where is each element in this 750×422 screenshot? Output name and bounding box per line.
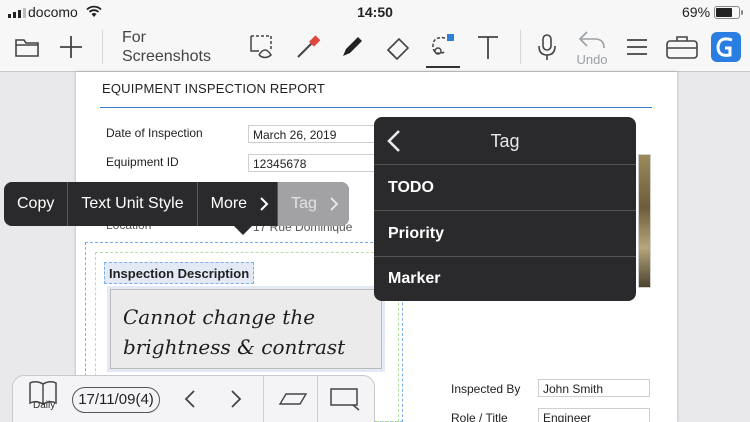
pen-icon[interactable] — [334, 24, 370, 70]
clock: 14:50 — [357, 4, 393, 20]
dropper-icon[interactable] — [290, 24, 326, 70]
undo-icon[interactable] — [574, 24, 610, 54]
context-menu-pointer — [234, 226, 252, 235]
chevron-right-icon — [260, 197, 269, 211]
tag-option-priority[interactable]: Priority — [374, 212, 636, 257]
undo-label: Undo — [576, 52, 608, 67]
copy-menu-item[interactable]: Copy — [4, 182, 69, 226]
notebook-title[interactable]: For Screenshots — [122, 28, 211, 66]
microphone-icon[interactable] — [530, 24, 564, 70]
plus-icon[interactable] — [52, 24, 90, 70]
equipment-photo — [638, 154, 651, 288]
role-field[interactable]: Engineer — [538, 408, 650, 422]
context-menu: Copy Text Unit Style More Tag — [4, 182, 349, 226]
active-tool-indicator — [426, 66, 460, 68]
battery-percent: 69% — [682, 4, 711, 20]
tag-submenu-header: Tag — [374, 117, 636, 165]
toolbar-divider — [102, 30, 103, 64]
nav-divider — [263, 376, 264, 422]
parallelogram-shape-icon[interactable] — [271, 376, 315, 422]
tag-menu-item[interactable]: Tag — [278, 182, 349, 226]
toolbox-icon[interactable] — [662, 24, 702, 70]
app-logo-icon[interactable] — [708, 24, 744, 70]
handwritten-note: Cannot change the brightness & contrast — [123, 305, 346, 359]
field-label: Date of Inspection — [106, 126, 203, 140]
tag-option-marker[interactable]: Marker — [374, 257, 636, 301]
inspection-description-title[interactable]: Inspection Description — [104, 262, 255, 284]
field-label: Equipment ID — [106, 155, 179, 169]
tag-submenu: Tag TODO Priority Marker — [374, 117, 636, 301]
text-unit-style-menu-item[interactable]: Text Unit Style — [68, 182, 198, 226]
chevron-right-icon[interactable] — [221, 376, 251, 422]
menu-item-label: Tag — [291, 195, 317, 212]
title-divider — [100, 107, 652, 108]
inspected-by-field[interactable]: John Smith — [538, 379, 650, 397]
menu-item-label: Text Unit Style — [81, 195, 184, 212]
role-label: Role / Title — [451, 411, 508, 422]
rectangle-select-icon[interactable] — [323, 376, 367, 422]
chevron-right-icon — [330, 197, 339, 211]
handwriting-box[interactable]: Cannot change the brightness & contrast — [110, 289, 382, 369]
tag-option-todo[interactable]: TODO — [374, 166, 636, 211]
document-title: EQUIPMENT INSPECTION REPORT — [102, 81, 326, 96]
more-menu-item[interactable]: More — [198, 182, 279, 226]
field-value[interactable]: 12345678 — [248, 154, 378, 172]
daily-label: Daily — [33, 400, 56, 411]
shape-lasso-icon[interactable] — [424, 24, 460, 70]
inspected-by-label: Inspected By — [451, 382, 521, 396]
field-value[interactable]: March 26, 2019 — [248, 125, 378, 143]
eraser-icon[interactable] — [380, 24, 416, 70]
menu-item-label: More — [210, 195, 248, 212]
list-icon[interactable] — [620, 24, 654, 70]
chevron-left-icon[interactable] — [175, 376, 205, 422]
lasso-select-icon[interactable] — [244, 24, 280, 70]
status-bar: docomo 14:50 69% — [0, 0, 750, 24]
toolbar-divider — [520, 30, 521, 64]
menu-item-label: Copy — [17, 195, 55, 212]
toolbar: For Screenshots Undo — [0, 24, 750, 72]
text-icon[interactable] — [470, 24, 506, 70]
tag-submenu-title: Tag — [490, 131, 520, 151]
nav-divider — [317, 376, 318, 422]
date-selector[interactable]: 17/11/09(4) — [72, 387, 160, 413]
bottom-navigation: Daily 17/11/09(4) — [12, 375, 375, 422]
folder-icon[interactable] — [8, 24, 46, 70]
battery-icon — [714, 6, 743, 19]
